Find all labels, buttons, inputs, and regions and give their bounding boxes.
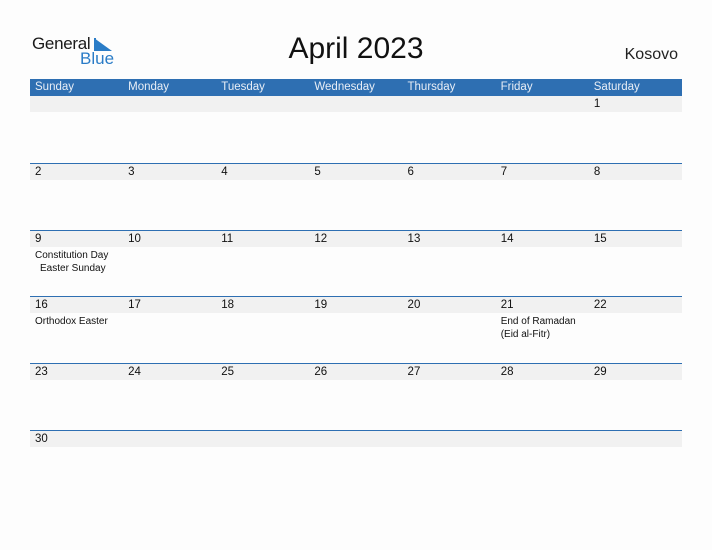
day-cell [589,431,682,498]
day-number: 30 [35,433,48,445]
day-cell[interactable]: 4 [216,164,309,231]
day-number: 26 [314,366,328,378]
day-cell[interactable]: 27 [403,364,496,431]
day-cell[interactable]: 21 End of Ramadan (Eid al-Fitr) [496,297,589,364]
day-number: 19 [314,299,328,311]
country-label: Kosovo [624,46,678,63]
holiday-label: Orthodox Easter [35,316,108,327]
day-cell[interactable]: 8 [589,164,682,231]
day-cell[interactable]: 18 [216,297,309,364]
calendar-week: 30 [30,430,682,497]
holiday-label: Easter Sunday [40,263,106,274]
day-number: 7 [500,166,508,178]
day-cell[interactable]: 24 [123,364,216,431]
page-title: April 2023 [288,32,424,65]
day-cell[interactable]: 22 [589,297,682,364]
day-number: 8 [593,166,601,178]
day-number: 28 [500,366,514,378]
day-number: 18 [221,299,235,311]
day-number: 1 [593,98,601,110]
day-cell [309,96,402,163]
day-number: 22 [593,299,607,311]
day-cell[interactable]: 6 [403,164,496,231]
day-number: 15 [593,233,607,245]
day-cell [216,96,309,163]
calendar-week: 16 Orthodox Easter 17 18 19 20 21 End of Ramada… [30,296,682,363]
day-number: 11 [221,233,234,245]
day-number: 20 [407,299,421,311]
day-cell[interactable]: 26 [309,364,402,431]
weekday-wednesday: Wednesday [314,81,375,93]
day-cell [496,96,589,163]
day-number: 27 [407,366,421,378]
day-number: 6 [407,166,414,178]
day-cell[interactable]: 9 Constitution Day Easter Sunday [30,231,123,298]
day-cell[interactable]: 29 [589,364,682,431]
day-cell[interactable]: 15 [589,231,682,298]
day-cell[interactable]: 14 [496,231,589,298]
calendar-week: 2 3 4 5 6 7 8 [30,163,682,230]
day-number: 16 [35,299,48,311]
day-cell[interactable]: 1 [589,96,682,163]
day-number: 21 [500,299,514,311]
day-cell[interactable]: 20 [403,297,496,364]
day-cell[interactable]: 30 [30,431,123,498]
holiday-label: Constitution Day [35,250,109,261]
weekday-header: Sunday Monday Tuesday Wednesday Thursday… [30,79,682,96]
day-number: 24 [128,366,141,378]
day-number: 5 [314,166,321,178]
day-cell [403,431,496,498]
day-number: 10 [128,233,141,245]
day-cell[interactable]: 19 [309,297,402,364]
weekday-friday: Friday [500,81,533,93]
day-number: 3 [128,166,135,178]
day-number: 2 [35,166,42,178]
day-cell[interactable]: 7 [496,164,589,231]
calendar-week: 9 Constitution Day Easter Sunday 10 11 12 13 14… [30,230,682,297]
weekday-monday: Monday [128,81,170,93]
day-cell[interactable]: 16 Orthodox Easter [30,297,123,364]
day-cell[interactable]: 12 [309,231,402,298]
day-cell [123,431,216,498]
day-number: 14 [500,233,514,245]
weekday-thursday: Thursday [407,81,456,93]
day-cell[interactable]: 13 [403,231,496,298]
day-cell[interactable]: 17 [123,297,216,364]
day-cell [309,431,402,498]
holiday-label: End of Ramadan [500,316,576,327]
day-cell[interactable]: 28 [496,364,589,431]
day-number: 23 [35,366,48,378]
day-cell[interactable]: 10 [123,231,216,298]
day-cell[interactable]: 5 [309,164,402,231]
day-cell [403,96,496,163]
day-number: 13 [407,233,421,245]
day-cell[interactable]: 23 [30,364,123,431]
day-number: 4 [221,166,228,178]
day-number: 9 [35,233,42,245]
day-cell[interactable]: 2 [30,164,123,231]
day-cell [30,96,123,163]
day-number: 25 [221,366,235,378]
day-number: 12 [314,233,328,245]
holiday-label: (Eid al-Fitr) [500,329,551,340]
day-number: 17 [128,299,141,311]
day-cell[interactable]: 11 [216,231,309,298]
calendar-week: 23 24 25 26 27 28 29 [30,363,682,430]
day-number: 29 [593,366,607,378]
day-cell[interactable]: 25 [216,364,309,431]
weekday-saturday: Saturday [593,81,640,93]
day-cell[interactable]: 3 [123,164,216,231]
weekday-tuesday: Tuesday [221,81,265,93]
weekday-sunday: Sunday [35,81,75,93]
day-cell [123,96,216,163]
calendar-week: 1 [30,96,682,163]
day-cell [216,431,309,498]
day-cell [496,431,589,498]
